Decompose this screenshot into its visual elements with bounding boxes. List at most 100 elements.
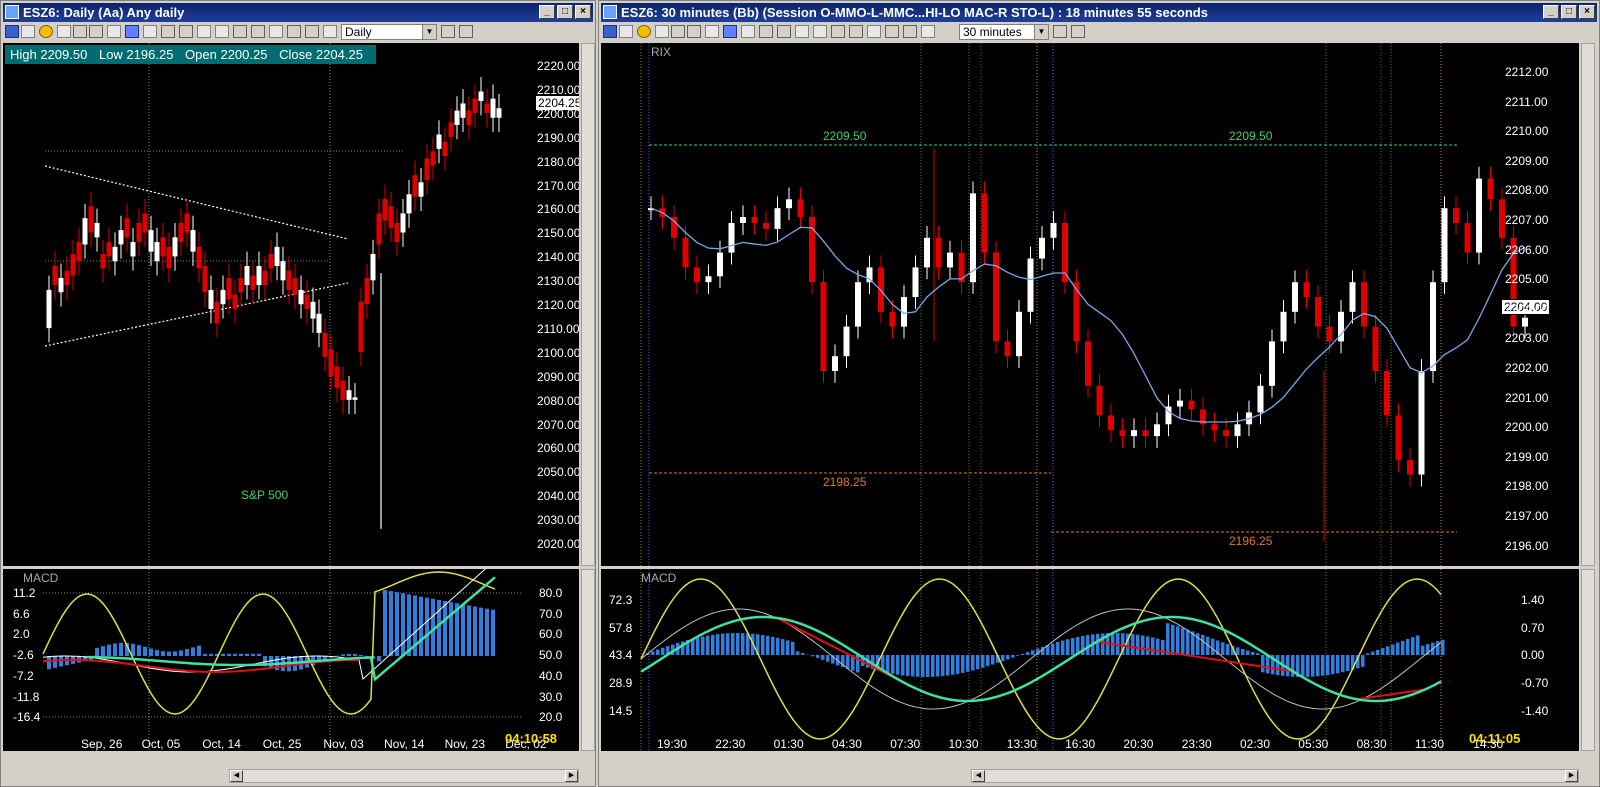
intraday-macd-panel[interactable]: MACD 72.3 57.8 43.4 28.9 14.5 1.40 0.70 0.00 -0… (601, 569, 1579, 751)
properties-icon[interactable] (323, 25, 337, 38)
window-icon[interactable] (125, 25, 139, 38)
candle-body (58, 277, 64, 293)
price-axis-label: 2201.00 (1505, 390, 1549, 405)
note-icon[interactable] (215, 25, 229, 38)
ellipse-icon[interactable] (759, 25, 773, 38)
intraday-price-scrollbar[interactable] (1581, 43, 1595, 566)
copy-icon[interactable] (269, 25, 283, 38)
layout-icon[interactable] (705, 25, 719, 38)
macd-bar (796, 651, 800, 655)
close-value: Close 2204.25 (279, 47, 363, 62)
daily-macd-panel[interactable]: MACD 11.2 6.6 2.0 -2.6 -7.2 -11.8 -16.4 80.0 70… (3, 569, 579, 751)
chart-type-icon[interactable] (5, 25, 19, 38)
candle-body (981, 193, 988, 253)
daily-horizontal-scrollbar[interactable]: ◀ ▶ (229, 769, 579, 783)
intraday-price-chart[interactable]: RIX 2209.50 2209.50 2198.25 2196.25 2204… (601, 43, 1579, 566)
price-axis-label: 2100.00 (537, 345, 579, 360)
close-button[interactable]: × (575, 5, 591, 19)
macd-axis-label: -16.4 (13, 710, 41, 725)
chevron-down-icon[interactable]: ▼ (1034, 25, 1048, 39)
candle-body (124, 218, 130, 238)
note-icon[interactable] (813, 25, 827, 38)
minimize-button[interactable]: _ (539, 5, 555, 19)
print-icon[interactable] (885, 25, 899, 38)
candle-body (376, 213, 382, 245)
crosshair-icon[interactable] (73, 25, 87, 38)
macd-bar (936, 655, 940, 677)
macd-bar (921, 655, 925, 677)
macd-bar (1291, 655, 1295, 677)
stoch-axis-label: 80.0 (539, 586, 563, 600)
candle-body (280, 261, 286, 281)
macd-bar (816, 655, 820, 659)
refresh-icon[interactable] (903, 25, 917, 38)
arrow-icon[interactable] (251, 25, 265, 38)
scroll-right-icon[interactable]: ▶ (1565, 770, 1578, 782)
intraday-macd-scrollbar[interactable] (1581, 569, 1595, 751)
layout-icon[interactable] (107, 25, 121, 38)
macd-axis-label: -11.8 (13, 689, 40, 704)
minimize-button[interactable]: _ (1543, 5, 1559, 19)
bar-style-icon[interactable] (21, 25, 35, 38)
copy-icon[interactable] (867, 25, 881, 38)
daily-price-chart[interactable]: High 2209.50 Low 2196.25 Open 2200.25 Cl… (3, 43, 579, 566)
macd-bar (1071, 637, 1075, 655)
candle-body (460, 103, 466, 118)
daily-title-bar[interactable]: ESZ6: Daily (Aa) Any daily _ □ × (3, 3, 593, 22)
undo-icon[interactable] (831, 25, 845, 38)
window-icon[interactable] (723, 25, 737, 38)
timeframe-select[interactable]: 30 minutes ▼ (959, 24, 1049, 40)
text-icon[interactable] (197, 25, 211, 38)
print-icon[interactable] (287, 25, 301, 38)
link-icon[interactable] (741, 25, 755, 38)
candle-body (130, 242, 136, 257)
zoom-in-icon[interactable] (1053, 25, 1067, 38)
candle-body (292, 277, 298, 295)
date-axis-label: Oct, 05 (141, 737, 181, 751)
daily-macd-scrollbar[interactable] (581, 569, 595, 751)
macd-bar (1021, 653, 1025, 655)
close-button[interactable]: × (1579, 5, 1595, 19)
grid-icon[interactable] (687, 25, 701, 38)
rectangle-icon[interactable] (777, 25, 791, 38)
intraday-window-title: ESZ6: 30 minutes (Bb) (Session O-MMO-L-M… (621, 5, 1208, 20)
zoom-in-icon[interactable] (441, 25, 455, 38)
rectangle-icon[interactable] (179, 25, 193, 38)
timeframe-select[interactable]: Daily ▼ (341, 24, 437, 40)
properties-icon[interactable] (921, 25, 935, 38)
intraday-title-bar[interactable]: ESZ6: 30 minutes (Bb) (Session O-MMO-L-M… (601, 3, 1597, 22)
price-axis-label: 2030.00 (537, 513, 579, 528)
text-icon[interactable] (795, 25, 809, 38)
scroll-left-icon[interactable]: ◀ (972, 770, 985, 782)
undo-icon[interactable] (233, 25, 247, 38)
arrow-icon[interactable] (849, 25, 863, 38)
drawing-icon[interactable] (655, 25, 669, 38)
scroll-right-icon[interactable]: ▶ (565, 770, 578, 782)
daily-chart-window[interactable]: ESZ6: Daily (Aa) Any daily _ □ × Daily ▼ (0, 0, 596, 787)
daily-price-scrollbar[interactable] (581, 43, 595, 566)
star-icon[interactable] (39, 25, 53, 38)
intraday-horizontal-scrollbar[interactable]: ◀ ▶ (971, 769, 1579, 783)
grid-icon[interactable] (89, 25, 103, 38)
bar-style-icon[interactable] (619, 25, 633, 38)
zoom-out-icon[interactable] (1071, 25, 1085, 38)
candle-body (809, 217, 815, 283)
scroll-left-icon[interactable]: ◀ (230, 770, 243, 782)
macd-bar (239, 653, 243, 656)
ellipse-icon[interactable] (161, 25, 175, 38)
drawing-icon[interactable] (57, 25, 71, 38)
chevron-down-icon[interactable]: ▼ (422, 25, 436, 39)
intraday-chart-window[interactable]: ESZ6: 30 minutes (Bb) (Session O-MMO-L-M… (598, 0, 1600, 787)
star-icon[interactable] (637, 25, 651, 38)
zoom-out-icon[interactable] (459, 25, 473, 38)
maximize-button[interactable]: □ (1561, 5, 1577, 19)
maximize-button[interactable]: □ (557, 5, 573, 19)
crosshair-icon[interactable] (671, 25, 685, 38)
time-axis-label: 04:30 (831, 737, 862, 751)
link-icon[interactable] (143, 25, 157, 38)
price-axis-label: 2110.00 (537, 321, 579, 336)
chart-type-icon[interactable] (603, 25, 617, 38)
candle-body (352, 397, 358, 400)
refresh-icon[interactable] (305, 25, 319, 38)
candle-body (406, 194, 412, 214)
